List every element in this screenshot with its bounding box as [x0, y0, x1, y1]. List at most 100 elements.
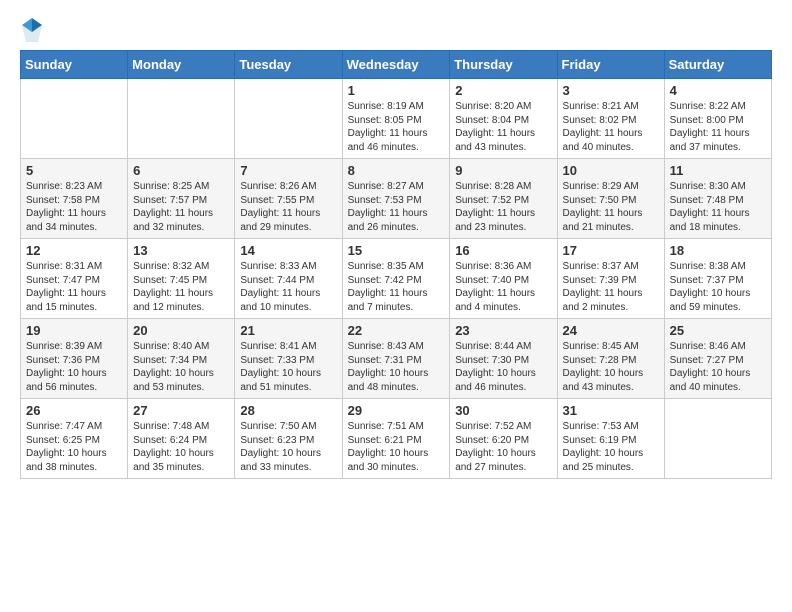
day-info: Sunrise: 7:47 AM Sunset: 6:25 PM Dayligh…: [26, 420, 122, 474]
day-number: 14: [240, 243, 336, 258]
day-number: 1: [348, 83, 445, 98]
calendar-cell: 15Sunrise: 8:35 AM Sunset: 7:42 PM Dayli…: [342, 239, 450, 319]
day-info: Sunrise: 8:41 AM Sunset: 7:33 PM Dayligh…: [240, 340, 336, 394]
weekday-header-wednesday: Wednesday: [342, 51, 450, 79]
day-info: Sunrise: 8:40 AM Sunset: 7:34 PM Dayligh…: [133, 340, 229, 394]
calendar-cell: 6 Sunrise: 8:25 AM Sunset: 7:57 PM Daylig…: [128, 159, 235, 239]
calendar-cell: 8 Sunrise: 8:27 AM Sunset: 7:53 PM Daylig…: [342, 159, 450, 239]
day-info: Sunrise: 7:53 AM Sunset: 6:19 PM Dayligh…: [563, 420, 659, 474]
calendar-cell: 3 Sunrise: 8:21 AM Sunset: 8:02 PM Daylig…: [557, 79, 664, 159]
calendar-cell: 11 Sunrise: 8:30 AM Sunset: 7:48 PM Dayli…: [664, 159, 771, 239]
day-info: Sunrise: 8:23 AM Sunset: 7:58 PM Dayligh…: [26, 180, 122, 234]
day-info: Sunrise: 8:27 AM Sunset: 7:53 PM Dayligh…: [348, 180, 445, 234]
calendar-cell: 21 Sunrise: 8:41 AM Sunset: 7:33 PM Dayli…: [235, 319, 342, 399]
calendar-cell: 7 Sunrise: 8:26 AM Sunset: 7:55 PM Daylig…: [235, 159, 342, 239]
calendar-week-4: 19Sunrise: 8:39 AM Sunset: 7:36 PM Dayli…: [21, 319, 772, 399]
calendar-cell: 16Sunrise: 8:36 AM Sunset: 7:40 PM Dayli…: [450, 239, 557, 319]
calendar-cell: 31 Sunrise: 7:53 AM Sunset: 6:19 PM Dayli…: [557, 399, 664, 479]
weekday-header-monday: Monday: [128, 51, 235, 79]
day-number: 22: [348, 323, 445, 338]
weekday-header-saturday: Saturday: [664, 51, 771, 79]
calendar-cell: 4 Sunrise: 8:22 AM Sunset: 8:00 PM Daylig…: [664, 79, 771, 159]
calendar-cell: 19Sunrise: 8:39 AM Sunset: 7:36 PM Dayli…: [21, 319, 128, 399]
day-number: 6: [133, 163, 229, 178]
weekday-header-tuesday: Tuesday: [235, 51, 342, 79]
day-number: 8: [348, 163, 445, 178]
calendar-week-3: 12 Sunrise: 8:31 AM Sunset: 7:47 PM Dayli…: [21, 239, 772, 319]
calendar-cell: [128, 79, 235, 159]
day-info: Sunrise: 8:45 AM Sunset: 7:28 PM Dayligh…: [563, 340, 659, 394]
day-info: Sunrise: 7:50 AM Sunset: 6:23 PM Dayligh…: [240, 420, 336, 474]
weekday-header-thursday: Thursday: [450, 51, 557, 79]
calendar-cell: 22 Sunrise: 8:43 AM Sunset: 7:31 PM Dayli…: [342, 319, 450, 399]
calendar-cell: 13 Sunrise: 8:32 AM Sunset: 7:45 PM Dayli…: [128, 239, 235, 319]
day-number: 30: [455, 403, 551, 418]
day-info: Sunrise: 8:29 AM Sunset: 7:50 PM Dayligh…: [563, 180, 659, 234]
day-number: 11: [670, 163, 766, 178]
day-info: Sunrise: 8:19 AM Sunset: 8:05 PM Dayligh…: [348, 100, 445, 154]
weekday-header-sunday: Sunday: [21, 51, 128, 79]
day-number: 4: [670, 83, 766, 98]
day-number: 16: [455, 243, 551, 258]
calendar-cell: 5 Sunrise: 8:23 AM Sunset: 7:58 PM Daylig…: [21, 159, 128, 239]
calendar-cell: 29 Sunrise: 7:51 AM Sunset: 6:21 PM Dayli…: [342, 399, 450, 479]
day-number: 9: [455, 163, 551, 178]
page: SundayMondayTuesdayWednesdayThursdayFrid…: [0, 0, 792, 612]
calendar-cell: 9 Sunrise: 8:28 AM Sunset: 7:52 PM Daylig…: [450, 159, 557, 239]
day-number: 27: [133, 403, 229, 418]
day-info: Sunrise: 8:43 AM Sunset: 7:31 PM Dayligh…: [348, 340, 445, 394]
day-number: 26: [26, 403, 122, 418]
calendar-cell: 30 Sunrise: 7:52 AM Sunset: 6:20 PM Dayli…: [450, 399, 557, 479]
calendar-cell: 12 Sunrise: 8:31 AM Sunset: 7:47 PM Dayli…: [21, 239, 128, 319]
day-number: 2: [455, 83, 551, 98]
calendar-header-row: SundayMondayTuesdayWednesdayThursdayFrid…: [21, 51, 772, 79]
day-number: 5: [26, 163, 122, 178]
day-info: Sunrise: 8:39 AM Sunset: 7:36 PM Dayligh…: [26, 340, 122, 394]
day-number: 3: [563, 83, 659, 98]
day-info: Sunrise: 7:48 AM Sunset: 6:24 PM Dayligh…: [133, 420, 229, 474]
day-info: Sunrise: 7:51 AM Sunset: 6:21 PM Dayligh…: [348, 420, 445, 474]
calendar-cell: 20 Sunrise: 8:40 AM Sunset: 7:34 PM Dayli…: [128, 319, 235, 399]
day-info: Sunrise: 7:52 AM Sunset: 6:20 PM Dayligh…: [455, 420, 551, 474]
day-number: 12: [26, 243, 122, 258]
day-info: Sunrise: 8:26 AM Sunset: 7:55 PM Dayligh…: [240, 180, 336, 234]
calendar-table: SundayMondayTuesdayWednesdayThursdayFrid…: [20, 50, 772, 479]
calendar-cell: 1 Sunrise: 8:19 AM Sunset: 8:05 PM Daylig…: [342, 79, 450, 159]
day-number: 17: [563, 243, 659, 258]
day-info: Sunrise: 8:44 AM Sunset: 7:30 PM Dayligh…: [455, 340, 551, 394]
day-number: 25: [670, 323, 766, 338]
calendar-cell: 14 Sunrise: 8:33 AM Sunset: 7:44 PM Dayli…: [235, 239, 342, 319]
calendar-week-1: 1 Sunrise: 8:19 AM Sunset: 8:05 PM Daylig…: [21, 79, 772, 159]
calendar-cell: 26 Sunrise: 7:47 AM Sunset: 6:25 PM Dayli…: [21, 399, 128, 479]
day-info: Sunrise: 8:20 AM Sunset: 8:04 PM Dayligh…: [455, 100, 551, 154]
day-info: Sunrise: 8:46 AM Sunset: 7:27 PM Dayligh…: [670, 340, 766, 394]
calendar-week-5: 26 Sunrise: 7:47 AM Sunset: 6:25 PM Dayli…: [21, 399, 772, 479]
logo: [20, 16, 46, 44]
day-info: Sunrise: 8:38 AM Sunset: 7:37 PM Dayligh…: [670, 260, 766, 314]
calendar-cell: 18 Sunrise: 8:38 AM Sunset: 7:37 PM Dayli…: [664, 239, 771, 319]
day-info: Sunrise: 8:32 AM Sunset: 7:45 PM Dayligh…: [133, 260, 229, 314]
day-number: 7: [240, 163, 336, 178]
day-info: Sunrise: 8:30 AM Sunset: 7:48 PM Dayligh…: [670, 180, 766, 234]
day-number: 10: [563, 163, 659, 178]
day-info: Sunrise: 8:21 AM Sunset: 8:02 PM Dayligh…: [563, 100, 659, 154]
day-number: 18: [670, 243, 766, 258]
calendar-week-2: 5 Sunrise: 8:23 AM Sunset: 7:58 PM Daylig…: [21, 159, 772, 239]
logo-icon: [20, 16, 44, 44]
day-info: Sunrise: 8:31 AM Sunset: 7:47 PM Dayligh…: [26, 260, 122, 314]
day-number: 31: [563, 403, 659, 418]
day-number: 21: [240, 323, 336, 338]
calendar-cell: [664, 399, 771, 479]
calendar-cell: 10 Sunrise: 8:29 AM Sunset: 7:50 PM Dayli…: [557, 159, 664, 239]
day-number: 28: [240, 403, 336, 418]
day-number: 13: [133, 243, 229, 258]
day-number: 20: [133, 323, 229, 338]
day-info: Sunrise: 8:22 AM Sunset: 8:00 PM Dayligh…: [670, 100, 766, 154]
calendar-cell: [235, 79, 342, 159]
calendar-cell: 27 Sunrise: 7:48 AM Sunset: 6:24 PM Dayli…: [128, 399, 235, 479]
calendar-cell: [21, 79, 128, 159]
day-info: Sunrise: 8:33 AM Sunset: 7:44 PM Dayligh…: [240, 260, 336, 314]
day-number: 29: [348, 403, 445, 418]
day-info: Sunrise: 8:28 AM Sunset: 7:52 PM Dayligh…: [455, 180, 551, 234]
day-info: Sunrise: 8:25 AM Sunset: 7:57 PM Dayligh…: [133, 180, 229, 234]
